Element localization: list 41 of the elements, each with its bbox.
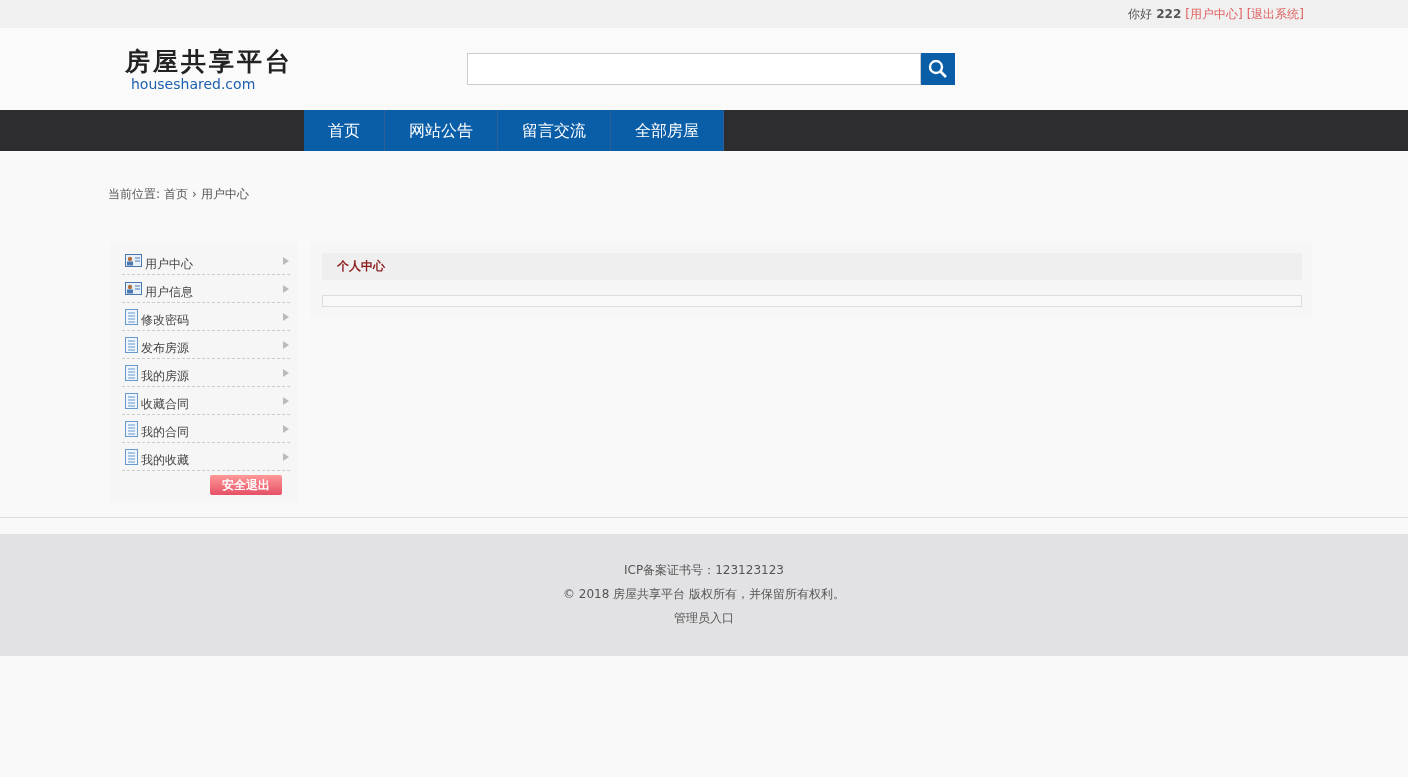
breadcrumb-label: 当前位置: xyxy=(108,187,161,201)
nav-link[interactable]: 首页 xyxy=(304,110,385,151)
sidebar-item[interactable]: 修改密码 xyxy=(122,303,290,331)
document-icon xyxy=(125,448,138,465)
search-icon xyxy=(928,59,948,79)
chevron-icon xyxy=(282,367,290,378)
footer-text: © 2018 房屋共享平台 版权所有，并保留所有权利。 xyxy=(562,586,846,603)
sidebar-item[interactable]: 收藏合同 xyxy=(122,387,290,415)
document-icon xyxy=(125,308,138,325)
search-button[interactable] xyxy=(921,53,955,85)
greeting-text: 你好 xyxy=(1128,6,1153,23)
chevron-icon xyxy=(282,339,290,350)
breadcrumb-link[interactable]: 首页 xyxy=(164,187,189,201)
sidebar-item[interactable]: 我的房源 xyxy=(122,359,290,387)
sidebar-item[interactable]: 发布房源 xyxy=(122,331,290,359)
id-card-icon xyxy=(125,282,142,295)
chevron-icon xyxy=(282,423,290,434)
nav-link[interactable]: 网站公告 xyxy=(385,110,498,151)
document-icon xyxy=(125,364,138,381)
document-icon xyxy=(125,420,138,437)
sidebar-item[interactable]: 我的收藏 xyxy=(122,443,290,471)
chevron-icon xyxy=(282,283,290,294)
sidebar-item[interactable]: 我的合同 xyxy=(122,415,290,443)
chevron-icon xyxy=(282,255,290,266)
sidebar-item[interactable]: 用户信息 xyxy=(122,275,290,303)
nav-link[interactable]: 留言交流 xyxy=(498,110,611,151)
breadcrumb-separator: › xyxy=(192,187,197,201)
document-icon xyxy=(125,392,138,409)
chevron-icon xyxy=(282,395,290,406)
search-field[interactable] xyxy=(467,53,921,85)
chevron-icon xyxy=(282,311,290,322)
id-card-icon xyxy=(125,254,142,267)
admin-link[interactable]: 管理员入口 xyxy=(674,611,734,625)
username-text: 222 xyxy=(1156,6,1182,23)
nav-link[interactable]: 全部房屋 xyxy=(611,110,724,151)
document-icon xyxy=(125,336,138,353)
sidebar-item[interactable]: 用户中心 xyxy=(122,247,290,275)
chevron-icon xyxy=(282,451,290,462)
footer-text: ICP备案证书号：123123123 xyxy=(623,562,785,579)
logo-domain: houseshared.com xyxy=(131,77,257,91)
panel-title: 个人中心 xyxy=(322,253,1302,280)
